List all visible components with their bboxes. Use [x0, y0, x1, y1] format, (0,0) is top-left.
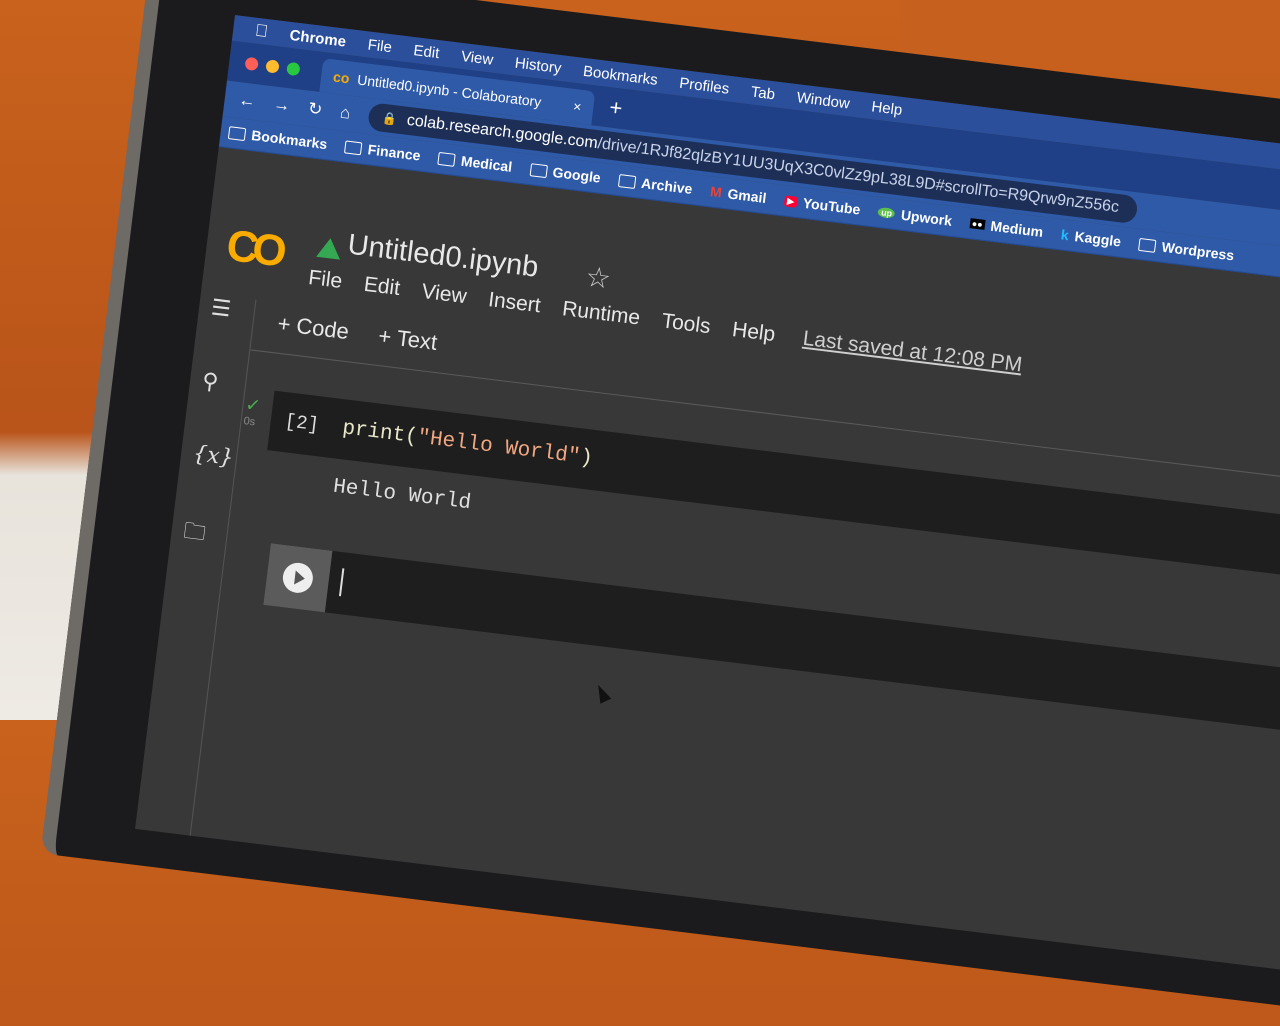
menu-edit[interactable]: Edit — [413, 42, 441, 62]
folder-icon — [529, 162, 548, 178]
bookmark-label: Archive — [640, 174, 694, 197]
colab-menu-insert[interactable]: Insert — [487, 288, 542, 318]
play-icon — [281, 561, 315, 595]
apple-icon[interactable]:  — [254, 21, 269, 42]
menu-history[interactable]: History — [514, 54, 562, 77]
menu-help[interactable]: Help — [871, 98, 904, 119]
code-line[interactable]: print("Hello World") — [341, 417, 594, 471]
colab-menu-file[interactable]: File — [307, 266, 343, 294]
add-text-button[interactable]: + Text — [377, 323, 439, 356]
folder-icon — [617, 173, 637, 189]
bookmark-gmail[interactable]: M Gmail — [709, 183, 767, 206]
cell-output: Hello World — [331, 475, 473, 516]
folder-icon — [1138, 237, 1157, 253]
menu-profiles[interactable]: Profiles — [678, 74, 730, 97]
new-tab-button[interactable]: + — [608, 94, 624, 121]
home-icon[interactable]: ⌂ — [339, 103, 352, 124]
folder-icon — [437, 151, 456, 167]
bookmark-bookmarks[interactable]: Bookmarks — [227, 124, 329, 153]
bookmark-label: Google — [551, 163, 602, 186]
run-cell-button[interactable] — [263, 543, 333, 613]
bookmark-medium[interactable]: ●● Medium — [969, 215, 1044, 240]
menu-file[interactable]: File — [367, 36, 393, 56]
menu-chrome[interactable]: Chrome — [289, 26, 347, 50]
youtube-icon: ▶ — [783, 194, 798, 208]
code-fn: print( — [340, 417, 419, 450]
colab-favicon-icon: co — [332, 68, 351, 87]
bookmark-label: Medium — [989, 217, 1045, 241]
check-icon: ✓ — [244, 394, 262, 416]
lock-icon[interactable]: 🔒 — [381, 111, 398, 127]
files-icon[interactable]: 🗀 — [181, 514, 228, 557]
minimize-window-button[interactable] — [265, 58, 280, 74]
bookmark-finance[interactable]: Finance — [344, 138, 422, 164]
bookmark-label: YouTube — [802, 194, 862, 218]
bookmark-google[interactable]: Google — [529, 161, 602, 186]
code-string: "Hello World" — [416, 426, 582, 470]
menu-window[interactable]: Window — [796, 89, 851, 112]
close-tab-icon[interactable]: × — [572, 98, 582, 115]
empty-code-cell[interactable] — [263, 543, 1280, 747]
drive-icon — [316, 236, 343, 260]
close-window-button[interactable] — [244, 56, 259, 71]
add-code-button[interactable]: + Code — [276, 311, 350, 346]
colab-menu-view[interactable]: View — [420, 280, 468, 309]
folder-icon — [344, 139, 363, 155]
bookmark-label: Finance — [366, 141, 422, 164]
star-icon[interactable]: ☆ — [584, 260, 613, 296]
reload-icon[interactable]: ↻ — [307, 99, 323, 121]
menu-tab[interactable]: Tab — [750, 83, 776, 103]
execution-count: [2] — [283, 410, 321, 437]
bookmark-medical[interactable]: Medical — [437, 150, 513, 175]
colab-menu-tools[interactable]: Tools — [660, 309, 711, 339]
folder-icon — [227, 125, 247, 141]
exec-time: 0s — [242, 415, 256, 429]
colab-logo[interactable]: CO — [224, 221, 284, 277]
bookmark-wordpress[interactable]: Wordpress — [1138, 236, 1236, 264]
bookmark-label: Wordpress — [1160, 238, 1236, 264]
screen:  Chrome File Edit View History Bookmark… — [135, 15, 1280, 976]
variables-icon[interactable]: {x} — [192, 441, 238, 471]
upwork-icon: up — [877, 206, 896, 219]
bookmark-kaggle[interactable]: k Kaggle — [1060, 226, 1122, 249]
bookmark-label: Gmail — [726, 185, 768, 207]
search-icon[interactable]: ⚲ — [201, 368, 247, 399]
bookmark-youtube[interactable]: ▶ YouTube — [783, 192, 862, 218]
medium-icon: ●● — [969, 218, 986, 230]
back-icon[interactable]: ← — [237, 90, 257, 112]
kaggle-icon: k — [1060, 226, 1070, 244]
bookmark-label: Kaggle — [1073, 228, 1122, 250]
code-end: ) — [578, 446, 594, 471]
zoom-window-button[interactable] — [286, 61, 301, 76]
colab-menu: File Edit View Insert Runtime Tools Help… — [307, 266, 1023, 377]
bookmark-label: Medical — [460, 152, 514, 175]
colab-menu-runtime[interactable]: Runtime — [561, 297, 641, 330]
window-controls — [244, 56, 301, 76]
table-of-contents-icon[interactable]: ☰ — [210, 294, 256, 325]
last-saved-link[interactable]: Last saved at 12:08 PM — [801, 327, 1024, 378]
bookmark-archive[interactable]: Archive — [617, 172, 694, 197]
text-caret — [338, 568, 345, 597]
colab-menu-edit[interactable]: Edit — [362, 273, 402, 301]
bookmark-label: Bookmarks — [250, 126, 329, 153]
menu-view[interactable]: View — [460, 47, 494, 68]
bookmark-upwork[interactable]: up Upwork — [877, 204, 953, 229]
bookmark-label: Upwork — [900, 206, 954, 229]
background-wall — [900, 0, 1280, 60]
colab-menu-help[interactable]: Help — [731, 318, 777, 347]
forward-icon[interactable]: → — [272, 94, 291, 116]
cell-status: ✓ 0s — [243, 394, 262, 429]
gmail-icon: M — [709, 183, 723, 201]
notebook-toolbar: + Code + Text — [276, 311, 438, 356]
